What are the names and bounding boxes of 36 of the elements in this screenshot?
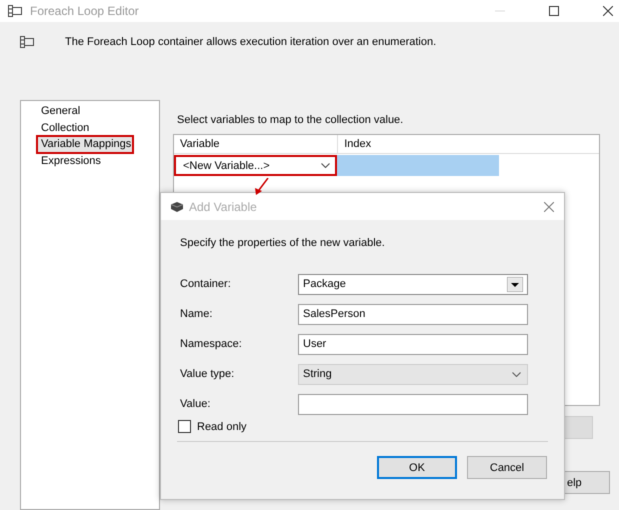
annotation-arrow xyxy=(255,178,269,195)
field-label: Container: xyxy=(179,278,232,290)
column-header: Index xyxy=(343,137,372,152)
variable-dropdown[interactable]: <New Variable...> xyxy=(174,155,337,176)
field-label: Value type: xyxy=(179,368,236,380)
container-icon xyxy=(20,36,34,48)
field-label: Namespace: xyxy=(179,338,243,350)
close-icon[interactable] xyxy=(603,6,613,16)
maximize-icon[interactable] xyxy=(549,6,559,16)
help-button[interactable]: elp xyxy=(565,471,610,494)
input-field[interactable]: SalesPerson xyxy=(298,304,528,324)
chevron-icon xyxy=(512,372,521,376)
description-text: The Foreach Loop container allows execution iteration over an enumeration. xyxy=(65,36,436,48)
dialog-title: Add Variable xyxy=(189,200,258,214)
sidebar-item[interactable]: Expressions xyxy=(37,152,103,169)
window-title: Foreach Loop Editor xyxy=(30,4,140,18)
cube-icon xyxy=(171,202,183,212)
field-label: Value: xyxy=(179,398,212,410)
sidebar-item[interactable]: Collection xyxy=(37,120,92,136)
input-field[interactable]: User xyxy=(298,334,528,354)
field-label: Name: xyxy=(179,308,214,320)
dropdown-arrow-icon xyxy=(507,276,523,292)
dialog-button[interactable]: OK xyxy=(377,456,457,479)
type-dropdown[interactable]: String xyxy=(298,364,528,384)
dialog-description: Specify the properties of the new variable. xyxy=(180,237,386,251)
input-field[interactable] xyxy=(298,394,528,414)
instruction-text: Select variables to map to the collection value. xyxy=(177,114,404,128)
checkbox-label: Read only xyxy=(197,420,247,432)
sidebar-item[interactable]: Variable Mappings xyxy=(37,136,134,152)
container-dropdown[interactable]: Package xyxy=(298,274,528,294)
dialog-button[interactable]: Cancel xyxy=(467,456,547,479)
chevron-icon xyxy=(321,163,330,168)
sidebar-item[interactable]: General xyxy=(37,103,82,120)
read-only-checkbox[interactable] xyxy=(178,420,191,433)
container-icon xyxy=(8,5,22,17)
column-header: Variable xyxy=(174,135,338,153)
